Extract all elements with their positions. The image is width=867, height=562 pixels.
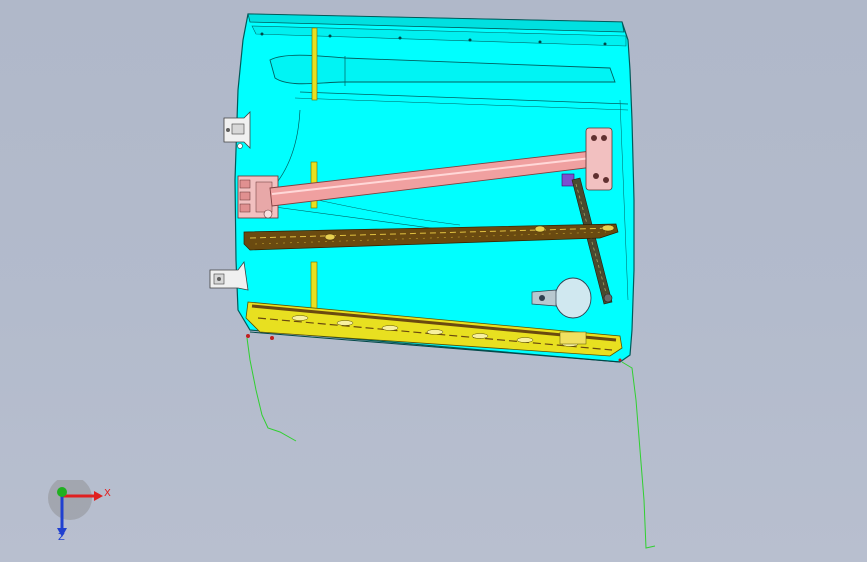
orientation-triad[interactable]: X Y Z xyxy=(48,476,118,550)
lower-hinge[interactable] xyxy=(209,260,249,291)
triad-x-label: X xyxy=(104,488,111,499)
vertical-clips xyxy=(310,27,318,335)
beam-end-bracket[interactable] xyxy=(585,127,613,191)
graphics-viewport[interactable]: X Y Z xyxy=(0,0,867,562)
triad-z-label: Z xyxy=(58,532,65,543)
triad-origin-shadow xyxy=(48,476,92,520)
guide-curve-right xyxy=(621,361,656,549)
door-assembly-model[interactable] xyxy=(0,0,867,562)
guide-curve-left xyxy=(246,337,297,442)
